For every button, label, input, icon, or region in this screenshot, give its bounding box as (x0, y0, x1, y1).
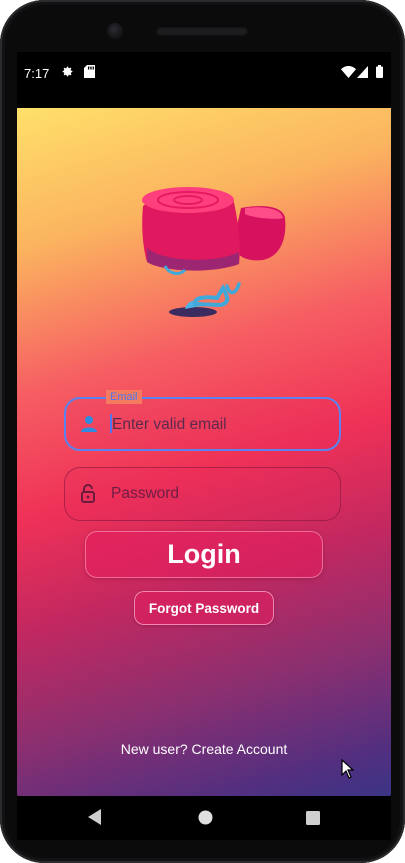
status-time: 7:17 (24, 66, 50, 81)
front-camera (107, 23, 123, 39)
lock-icon (78, 483, 98, 503)
battery-icon (376, 65, 383, 81)
email-field[interactable]: Email (64, 390, 341, 451)
tree-stump-pink-illustration (142, 187, 286, 317)
screen: 7:17 Email Enter valid email Login Forgo… (17, 52, 391, 796)
password-field[interactable] (64, 467, 341, 521)
login-screen: Email Login Forgot Password New user? Cr… (17, 108, 391, 796)
navigation-bar (17, 796, 391, 840)
person-icon (79, 414, 99, 434)
recents-icon[interactable] (306, 811, 320, 830)
back-icon[interactable] (88, 809, 102, 830)
create-account-link[interactable]: New user? Create Account (17, 741, 391, 757)
sd-card-icon (84, 65, 95, 81)
earpiece-speaker (156, 27, 248, 36)
forgot-password-button[interactable]: Forgot Password (134, 591, 274, 625)
signal-icon (357, 66, 368, 81)
gear-icon (61, 65, 74, 81)
home-icon[interactable] (198, 810, 213, 830)
login-button[interactable]: Login (85, 531, 323, 578)
email-input[interactable] (110, 399, 329, 451)
phone-frame: 7:17 Email Enter valid email Login Forgo… (0, 0, 405, 863)
status-bar: 7:17 (17, 52, 391, 108)
mouse-pointer-icon (341, 759, 355, 779)
password-input[interactable] (109, 468, 328, 520)
wifi-icon (341, 66, 356, 81)
